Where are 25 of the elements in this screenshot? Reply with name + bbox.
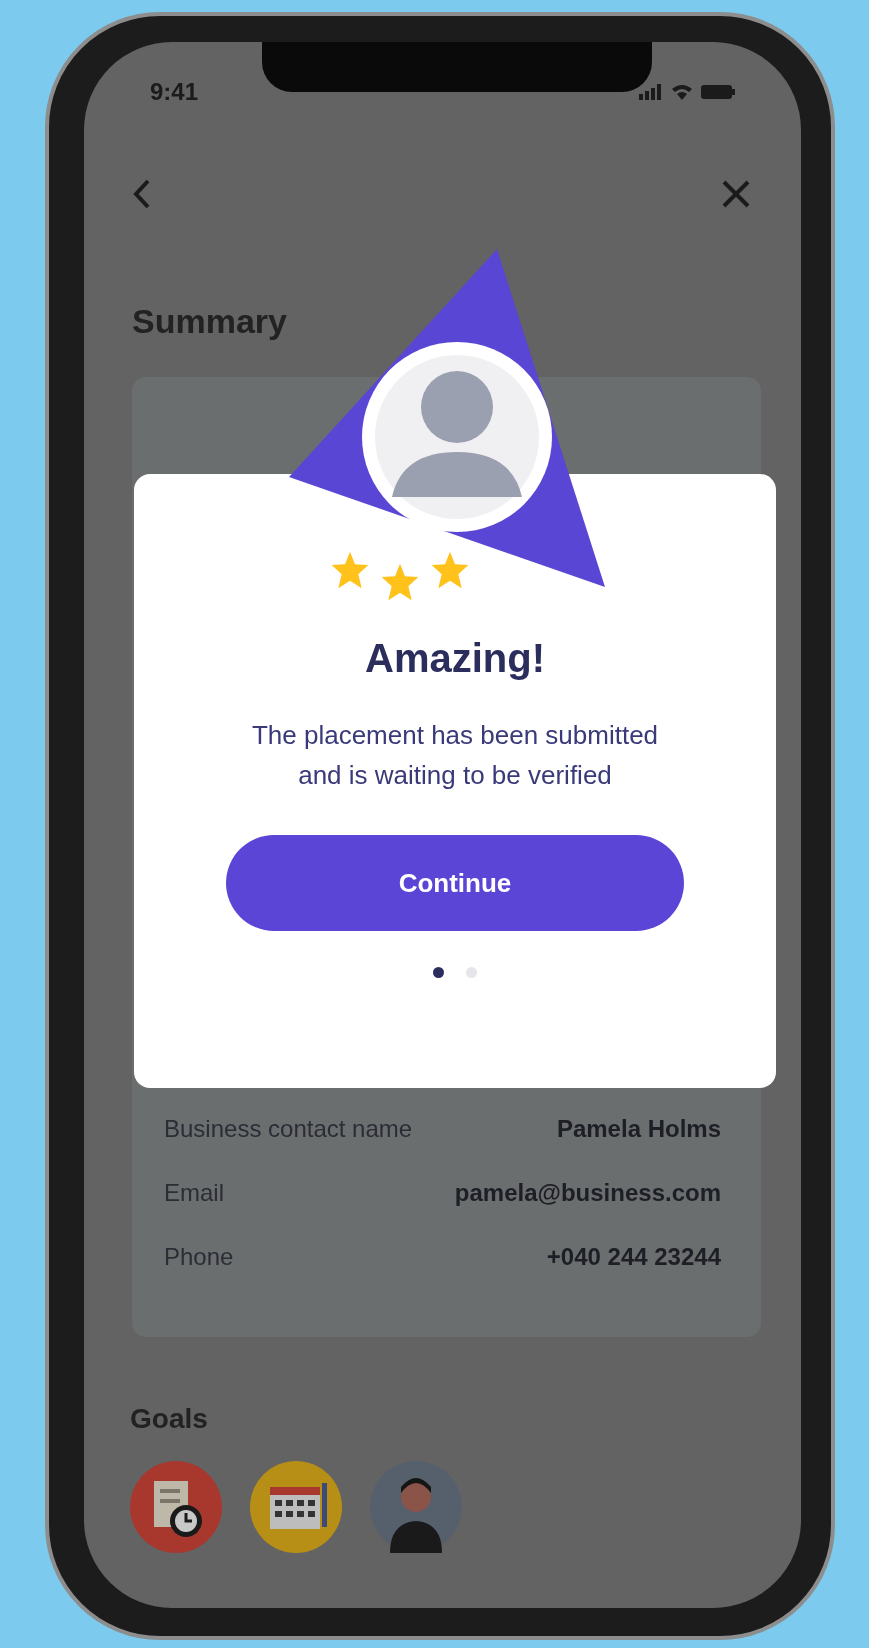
page-title: Summary <box>132 302 288 341</box>
person-icon[interactable] <box>370 1461 462 1553</box>
field-value: +040 244 23244 <box>546 1243 721 1271</box>
section-title: Goals <box>130 1403 209 1435</box>
close-icon[interactable] <box>721 179 751 209</box>
star-icon <box>430 550 470 590</box>
field-label: Business contact name <box>164 1115 413 1143</box>
battery-icon <box>701 85 735 99</box>
star-icon <box>380 562 420 602</box>
calendar-icon[interactable] <box>250 1461 342 1553</box>
field-label: Email <box>164 1179 224 1207</box>
field-value: pamela@business.com <box>454 1179 721 1207</box>
signal-icon <box>639 84 663 100</box>
back-icon[interactable] <box>132 178 152 210</box>
wifi-icon <box>671 84 693 100</box>
field-label: Phone <box>164 1243 234 1271</box>
page-dot[interactable] <box>433 967 444 978</box>
field-value: Pamela Holms <box>556 1115 721 1143</box>
dialog-message: The placement has been submitted and is waiting to be verified <box>250 719 660 792</box>
star-icon <box>330 550 370 590</box>
checklist-clock-icon[interactable] <box>130 1461 222 1553</box>
dialog-title: Amazing! <box>365 636 545 681</box>
continue-button[interactable]: Continue <box>226 835 684 931</box>
status-time: 9:41 <box>150 78 199 106</box>
page-dot[interactable] <box>466 967 477 978</box>
